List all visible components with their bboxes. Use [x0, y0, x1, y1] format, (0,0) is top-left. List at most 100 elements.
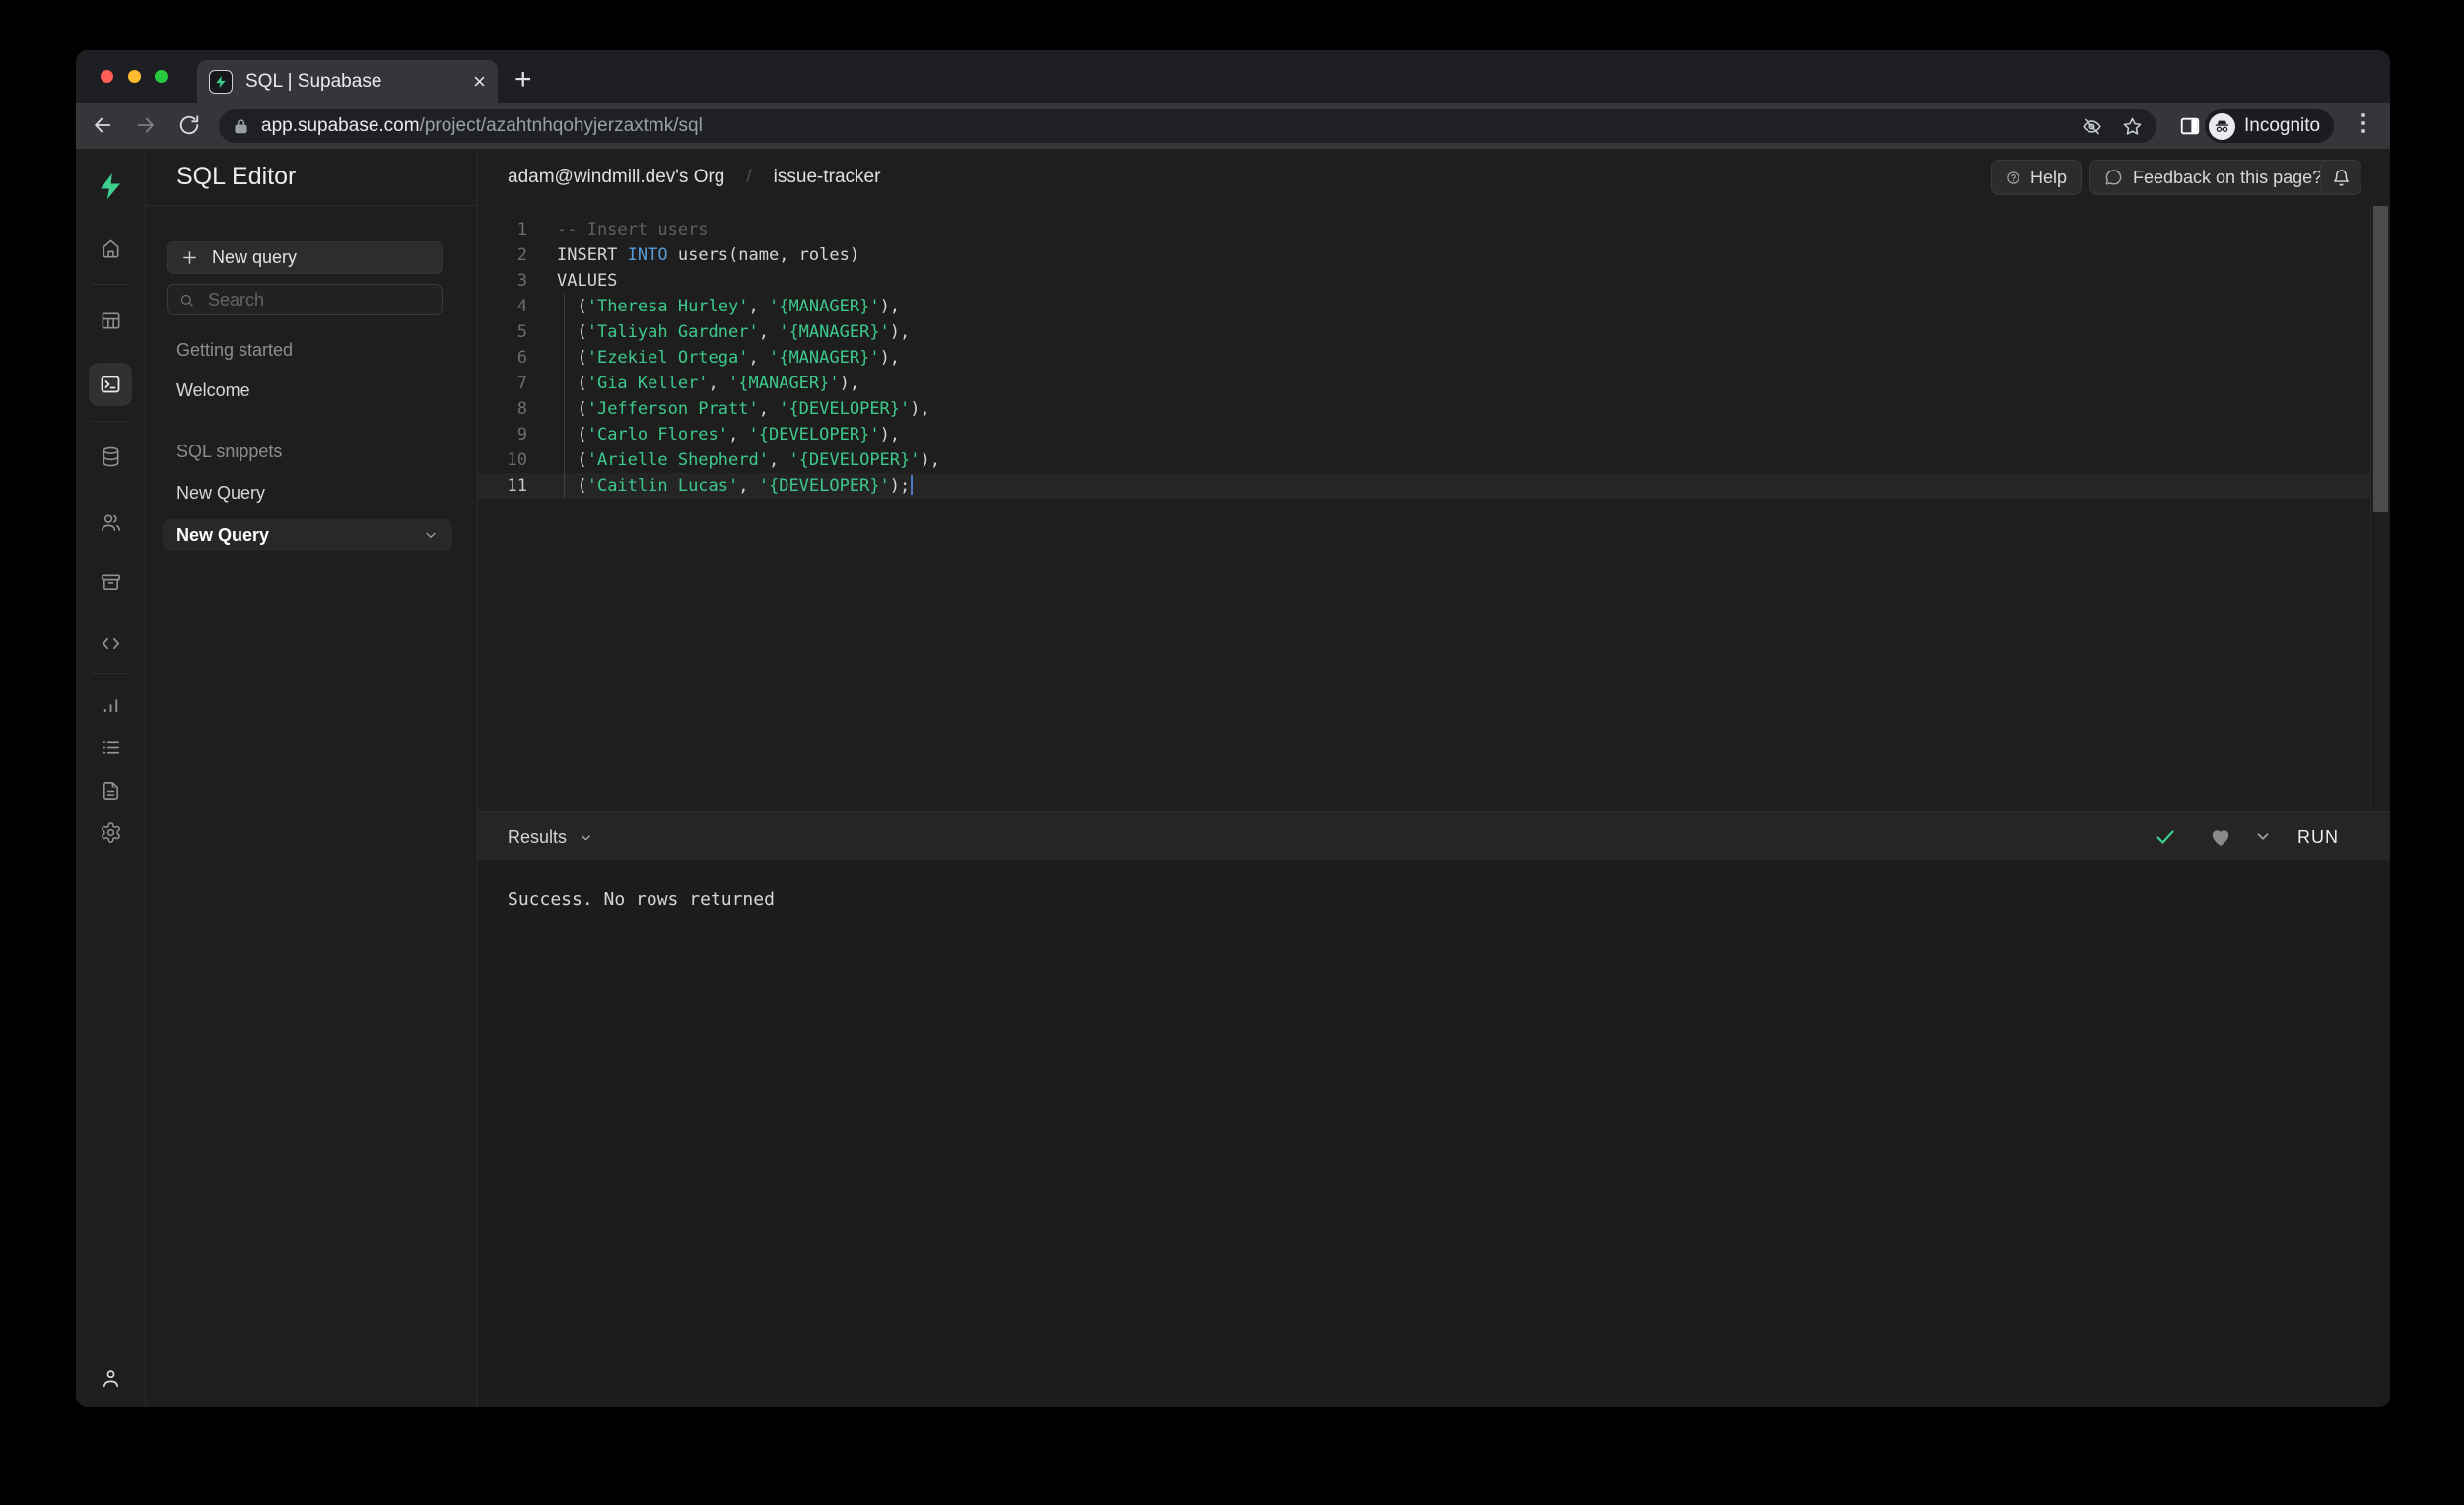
sql-editor-sidebar: SQL Editor New query Getting started Wel…: [146, 149, 478, 1407]
rail-item-edge-functions[interactable]: [76, 621, 145, 664]
terminal-icon: [101, 376, 120, 393]
code-line[interactable]: 1 -- Insert users: [478, 217, 2370, 242]
rail-item-table-editor[interactable]: [76, 299, 145, 342]
incognito-label: Incognito: [2244, 115, 2321, 136]
tab-close-icon[interactable]: ×: [473, 70, 486, 93]
rail-item-database[interactable]: [76, 435, 145, 478]
side-panel-button[interactable]: [2179, 115, 2201, 137]
browser-tab[interactable]: SQL | Supabase ×: [197, 60, 498, 103]
code-line[interactable]: 9 ('Carlo Flores', '{DEVELOPER}'),: [478, 422, 2370, 447]
help-button[interactable]: Help: [1991, 160, 2082, 195]
snippet-search[interactable]: [167, 284, 443, 315]
bar-chart-icon: [103, 698, 117, 712]
back-button[interactable]: [92, 114, 113, 136]
file-text-icon: [103, 781, 118, 800]
results-label: Results: [508, 826, 568, 847]
list-icon: [102, 740, 119, 754]
supabase-app: SQL Editor New query Getting started Wel…: [76, 149, 2390, 1407]
heart-icon: [2212, 830, 2229, 846]
new-query-button-label: New query: [212, 247, 298, 267]
address-bar[interactable]: app.supabase.com/project/azahtnhqohyjerz…: [219, 109, 2156, 143]
code-line[interactable]: 5 ('Taliyah Gardner', '{MANAGER}'),: [478, 319, 2370, 345]
sidebar-item-welcome[interactable]: Welcome: [176, 380, 250, 401]
url-text: app.supabase.com/project/azahtnhqohyjerz…: [261, 115, 703, 137]
sidebar-item-new-query-1[interactable]: New Query: [176, 483, 265, 504]
code-line[interactable]: 4 ('Theresa Hurley', '{MANAGER}'),: [478, 294, 2370, 319]
browser-toolbar: app.supabase.com/project/azahtnhqohyjerz…: [76, 103, 2390, 149]
line-number: 4: [516, 297, 527, 316]
table-icon: [102, 311, 119, 329]
sql-code-editor[interactable]: 1 -- Insert users 2 INSERT INTO users(name,…: [478, 206, 2390, 811]
code-line[interactable]: 6 ('Ezekiel Ortega', '{MANAGER}'),: [478, 345, 2370, 371]
section-label-sql-snippets: SQL snippets: [176, 442, 283, 461]
line-number: 9: [516, 425, 527, 445]
code-line[interactable]: 8 ('Jefferson Pratt', '{DEVELOPER}'),: [478, 396, 2370, 422]
run-options-button[interactable]: [2252, 825, 2274, 847]
rail-divider: [92, 421, 129, 422]
line-number: 5: [516, 322, 527, 342]
macos-zoom-button[interactable]: [155, 70, 168, 83]
line-number: 10: [507, 450, 527, 470]
back-arrow-icon: [95, 117, 111, 133]
new-tab-button[interactable]: +: [514, 65, 532, 95]
notifications-button[interactable]: [2320, 160, 2361, 195]
breadcrumb-org[interactable]: adam@windmill.dev's Org: [508, 167, 724, 188]
rail-item-account[interactable]: [76, 1356, 145, 1400]
line-number: 1: [516, 220, 527, 239]
bookmark-star-icon[interactable]: [2122, 116, 2143, 137]
forward-arrow-icon: [137, 117, 154, 133]
supabase-bolt-icon: [101, 172, 120, 200]
rail-item-authentication[interactable]: [76, 501, 145, 544]
incognito-badge: Incognito: [2205, 109, 2335, 143]
users-icon: [101, 513, 120, 531]
macos-minimize-button[interactable]: [128, 70, 141, 83]
code-line[interactable]: 2 INSERT INTO users(name, roles): [478, 242, 2370, 268]
scrollbar-thumb[interactable]: [2373, 206, 2388, 512]
breadcrumb: adam@windmill.dev's Org / issue-tracker: [508, 149, 880, 206]
rail-item-logs[interactable]: [76, 725, 145, 769]
breadcrumb-project[interactable]: issue-tracker: [774, 167, 881, 188]
tab-strip: SQL | Supabase × +: [76, 50, 2390, 103]
macos-close-button[interactable]: [101, 70, 113, 83]
line-number: 2: [516, 245, 527, 265]
home-icon: [102, 239, 119, 257]
message-bubble-icon: [2105, 169, 2122, 185]
editor-scrollbar[interactable]: [2370, 206, 2390, 811]
rail-item-reports[interactable]: [76, 683, 145, 726]
active-snippet-label: New Query: [176, 524, 270, 545]
rail-item-api-docs[interactable]: [76, 769, 145, 812]
help-circle-icon: [2007, 171, 2019, 184]
eye-off-icon[interactable]: [2082, 116, 2102, 137]
user-icon: [103, 1369, 118, 1387]
tab-title: SQL | Supabase: [245, 70, 382, 92]
plus-icon: [183, 251, 196, 264]
code-line[interactable]: 11 ('Caitlin Lucas', '{DEVELOPER}');: [478, 473, 2370, 499]
forward-button[interactable]: [135, 114, 157, 136]
rail-item-storage[interactable]: [76, 560, 145, 603]
line-number: 6: [516, 348, 527, 368]
favorite-button[interactable]: [2209, 825, 2232, 849]
code-line[interactable]: 3 VALUES: [478, 268, 2370, 294]
chevron-down-icon: [582, 834, 590, 840]
supabase-logo[interactable]: [76, 165, 145, 208]
sidebar-item-new-query-active[interactable]: New Query: [163, 519, 452, 551]
feedback-button[interactable]: Feedback on this page?: [2089, 160, 2338, 195]
rail-item-home[interactable]: [76, 227, 145, 270]
sidebar-header: SQL Editor: [146, 149, 477, 206]
rail-item-settings[interactable]: [76, 810, 145, 854]
query-success-check-icon: [2154, 825, 2177, 849]
run-button[interactable]: RUN: [2297, 812, 2339, 861]
reload-button[interactable]: [178, 114, 200, 136]
results-dropdown[interactable]: Results: [508, 812, 593, 861]
code-line[interactable]: 7 ('Gia Keller', '{MANAGER}'),: [478, 371, 2370, 396]
new-query-button[interactable]: New query: [167, 241, 443, 274]
chevron-down-icon[interactable]: [423, 527, 439, 543]
line-number: 8: [516, 399, 527, 419]
url-domain: app.supabase.com: [261, 115, 420, 136]
code-line[interactable]: 10 ('Arielle Shepherd', '{DEVELOPER}'),: [478, 447, 2370, 473]
rail-item-sql-editor[interactable]: [89, 363, 132, 406]
browser-menu-button[interactable]: [2361, 113, 2365, 133]
search-input[interactable]: [205, 288, 430, 311]
code-icon: [102, 637, 119, 649]
bell-icon: [2333, 169, 2349, 186]
